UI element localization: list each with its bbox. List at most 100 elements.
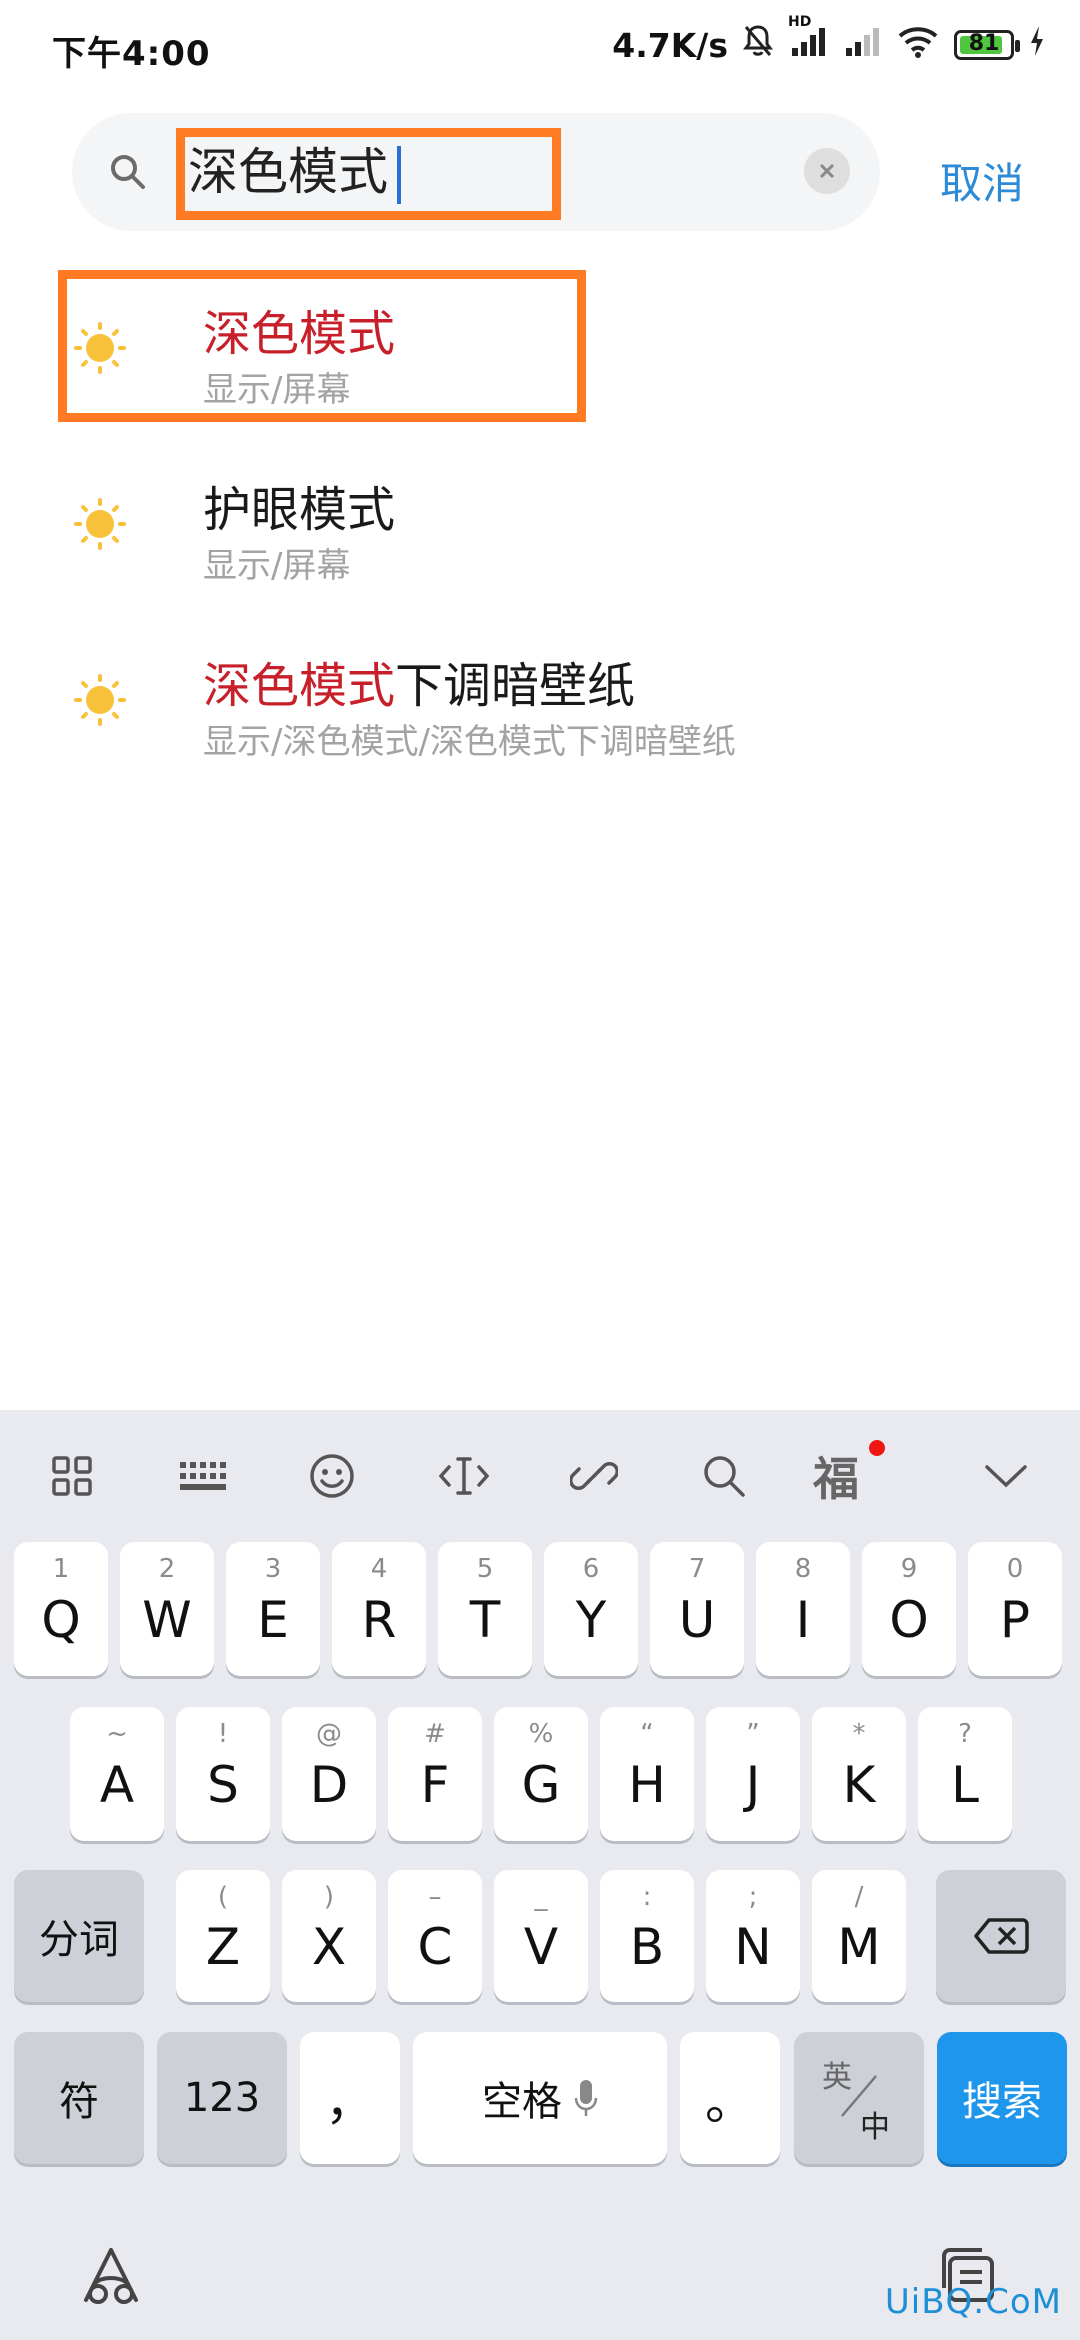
key-o[interactable]: 9O — [862, 1542, 956, 1676]
battery-icon: 81 — [954, 30, 1020, 60]
key-hint: % — [528, 1719, 554, 1749]
key-label: Q — [41, 1591, 81, 1649]
comma-key[interactable]: ， — [300, 2032, 400, 2164]
key-z[interactable]: (Z — [176, 1870, 270, 2002]
key-label: R — [361, 1591, 397, 1649]
key-label: I — [795, 1591, 811, 1649]
key-label: J — [745, 1756, 761, 1814]
key-hint: 6 — [582, 1554, 600, 1584]
fenci-key[interactable]: 分词 — [14, 1870, 144, 2002]
key-l[interactable]: ? L — [918, 1707, 1012, 1841]
key-e[interactable]: 3E — [226, 1542, 320, 1676]
key-hint: ; — [748, 1882, 758, 1912]
key-k[interactable]: * K — [812, 1707, 906, 1841]
key-label: M — [837, 1918, 881, 1976]
close-icon — [819, 163, 835, 179]
key-g[interactable]: % G — [494, 1707, 588, 1841]
key-n[interactable]: ; N — [706, 1870, 800, 2002]
key-hint: ( — [217, 1882, 229, 1912]
key-a[interactable]: ~ A — [70, 1707, 164, 1841]
highlight-box-result — [58, 270, 586, 422]
lang-bottom: 中 — [860, 2110, 890, 2145]
key-t[interactable]: 5T — [438, 1542, 532, 1676]
clear-search-button[interactable] — [804, 148, 850, 194]
result-item-dim-wallpaper[interactable]: 深色模式下调暗壁纸 显示/深色模式/深色模式下调暗壁纸 — [0, 622, 1080, 792]
key-hint: ” — [746, 1719, 760, 1749]
keyboard-layout-icon[interactable] — [172, 1446, 232, 1506]
key-h[interactable]: “H — [600, 1707, 694, 1841]
key-x[interactable]: ) X — [282, 1870, 376, 2002]
key-label: S — [207, 1756, 239, 1814]
result-item-eye-care[interactable]: 护眼模式 显示/屏幕 — [0, 446, 1080, 616]
cursor-move-icon[interactable] — [434, 1446, 494, 1506]
wifi-icon — [896, 24, 940, 66]
key-label: A — [99, 1756, 135, 1814]
key-hint: @ — [316, 1719, 342, 1749]
symbol-key[interactable]: 符 — [14, 2032, 144, 2164]
key-label: N — [734, 1918, 772, 1976]
key-hint: 9 — [900, 1554, 918, 1584]
key-q[interactable]: 1Q — [14, 1542, 108, 1676]
key-hint: “ — [640, 1719, 654, 1749]
key-i[interactable]: 8I — [756, 1542, 850, 1676]
key-y[interactable]: 6Y — [544, 1542, 638, 1676]
search-key[interactable]: 搜索 — [937, 2032, 1067, 2164]
search-icon — [108, 152, 148, 196]
key-label: K — [842, 1756, 876, 1814]
grid-icon[interactable] — [42, 1446, 102, 1506]
key-hint: 4 — [370, 1554, 388, 1584]
key-label: B — [629, 1918, 665, 1976]
ime-logo-icon[interactable] — [78, 2244, 144, 2314]
key-s[interactable]: ! S — [176, 1707, 270, 1841]
period-label: 。 — [705, 2073, 755, 2131]
key-d[interactable]: @ D — [282, 1707, 376, 1841]
notification-dot — [869, 1440, 885, 1456]
key-hint: 3 — [264, 1554, 282, 1584]
key-label: U — [678, 1591, 716, 1649]
backspace-key[interactable] — [936, 1870, 1066, 2002]
result-path: 显示/深色模式/深色模式下调暗壁纸 — [203, 722, 736, 762]
result-title: 深色模式下调暗壁纸 — [203, 646, 635, 716]
number-key[interactable]: 123 — [157, 2032, 287, 2164]
emoji-icon[interactable] — [302, 1446, 362, 1506]
key-label: O — [889, 1591, 929, 1649]
search-icon[interactable] — [694, 1446, 754, 1506]
key-hint: 7 — [688, 1554, 706, 1584]
chevron-down-icon[interactable] — [976, 1446, 1036, 1506]
key-hint: 0 — [1006, 1554, 1024, 1584]
key-r[interactable]: 4R — [332, 1542, 426, 1676]
link-icon[interactable] — [564, 1446, 624, 1506]
key-label: Y — [575, 1591, 607, 1649]
key-c[interactable]: – C — [388, 1870, 482, 2002]
key-label: P — [999, 1591, 1031, 1649]
key-m[interactable]: / M — [812, 1870, 906, 2002]
key-hint: ? — [958, 1719, 972, 1749]
key-b[interactable]: :B — [600, 1870, 694, 2002]
cancel-button[interactable]: 取消 — [940, 150, 1024, 211]
number-label: 123 — [183, 2075, 261, 2121]
space-key[interactable]: 空格 — [413, 2032, 667, 2164]
key-label: W — [142, 1591, 192, 1649]
result-title-rest: 下调暗壁纸 — [395, 658, 636, 714]
key-v[interactable]: _ V — [494, 1870, 588, 2002]
key-hint: 8 — [794, 1554, 812, 1584]
key-p[interactable]: 0P — [968, 1542, 1062, 1676]
charging-icon — [1028, 24, 1046, 66]
key-j[interactable]: ” J — [706, 1707, 800, 1841]
fu-sticker-button[interactable]: 福 — [806, 1446, 866, 1506]
key-label: E — [257, 1591, 289, 1649]
key-f[interactable]: # F — [388, 1707, 482, 1841]
language-switch-key[interactable]: 英 中 — [794, 2032, 924, 2164]
key-hint: ) — [323, 1882, 335, 1912]
result-path: 显示/屏幕 — [203, 546, 351, 586]
bell-mute-icon — [742, 24, 774, 66]
key-hint: : — [642, 1882, 652, 1912]
battery-level: 81 — [968, 31, 1000, 56]
key-w[interactable]: 2W — [120, 1542, 214, 1676]
signal-hd-icon: HD — [788, 14, 828, 66]
keyboard-toolbar: 福 — [0, 1410, 1080, 1540]
key-u[interactable]: 7U — [650, 1542, 744, 1676]
signal-icon — [842, 24, 882, 66]
period-key[interactable]: 。 — [680, 2032, 780, 2164]
result-title: 护眼模式 — [203, 470, 395, 540]
